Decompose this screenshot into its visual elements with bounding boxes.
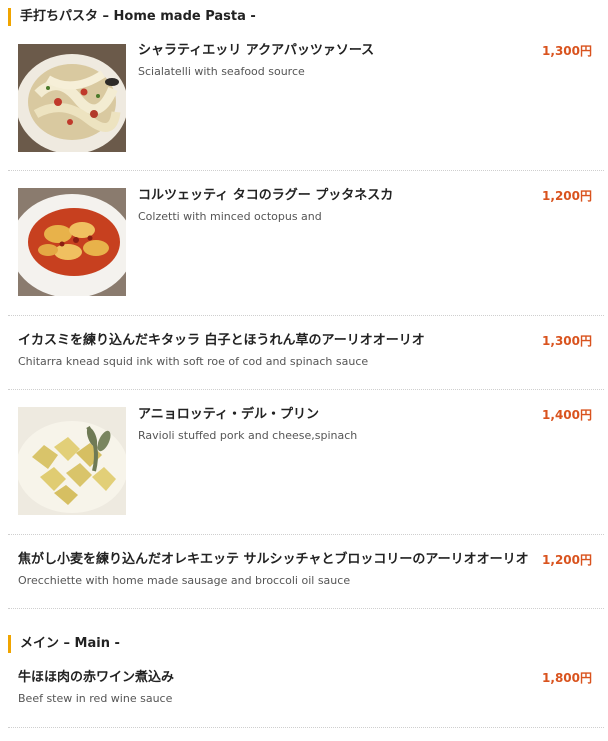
section-title-pasta: 手打ちパスタ – Home made Pasta - [8, 8, 604, 26]
item-description: Colzetti with minced octopus and [138, 210, 322, 223]
item-name: コルツェッティ タコのラグー プッタネスカ [138, 188, 394, 203]
item-name: シャラティエッリ アクアパッツァソース [138, 43, 375, 58]
item-name: 牛ほほ肉の赤ワイン煮込み [18, 670, 175, 685]
menu-item: シャラティエッリ アクアパッツァソース Scialatelli with sea… [8, 34, 604, 171]
menu-item: コルツェッティ タコのラグー プッタネスカ Colzetti with minc… [8, 171, 604, 316]
item-price: 1,200円 [542, 553, 592, 567]
octopus-ragu-pasta-photo [18, 188, 126, 296]
ravioli-photo [18, 407, 126, 515]
seafood-pasta-photo [18, 44, 126, 152]
menu-item: アニョロッティ・デル・プリン Ravioli stuffed pork and … [8, 390, 604, 535]
menu-item: 牛ほほ肉の赤ワイン煮込み Beef stew in red wine sauce… [8, 655, 604, 728]
item-description: Ravioli stuffed pork and cheese,spinach [138, 429, 358, 442]
item-price: 1,300円 [542, 334, 592, 348]
item-description: Orecchiette with home made sausage and b… [18, 574, 351, 587]
section-title-main: メイン – Main - [8, 635, 604, 653]
item-description: Scialatelli with seafood source [138, 65, 305, 78]
item-name: アニョロッティ・デル・プリン [138, 407, 319, 422]
item-price: 1,800円 [542, 671, 592, 685]
item-price: 1,300円 [542, 44, 592, 58]
menu-item: 焦がし小麦を練り込んだオレキエッテ サルシッチャとブロッコリーのアーリオオーリオ… [8, 535, 604, 609]
item-description: Chitarra knead squid ink with soft roe o… [18, 355, 369, 368]
item-description: Beef stew in red wine sauce [18, 692, 173, 705]
item-name: イカスミを練り込んだキタッラ 白子とほうれん草のアーリオオーリオ [18, 333, 425, 348]
item-price: 1,400円 [542, 408, 592, 422]
item-price: 1,200円 [542, 189, 592, 203]
menu-item: イカスミを練り込んだキタッラ 白子とほうれん草のアーリオオーリオ Chitarr… [8, 316, 604, 390]
item-name: 焦がし小麦を練り込んだオレキエッテ サルシッチャとブロッコリーのアーリオオーリオ [18, 552, 529, 567]
